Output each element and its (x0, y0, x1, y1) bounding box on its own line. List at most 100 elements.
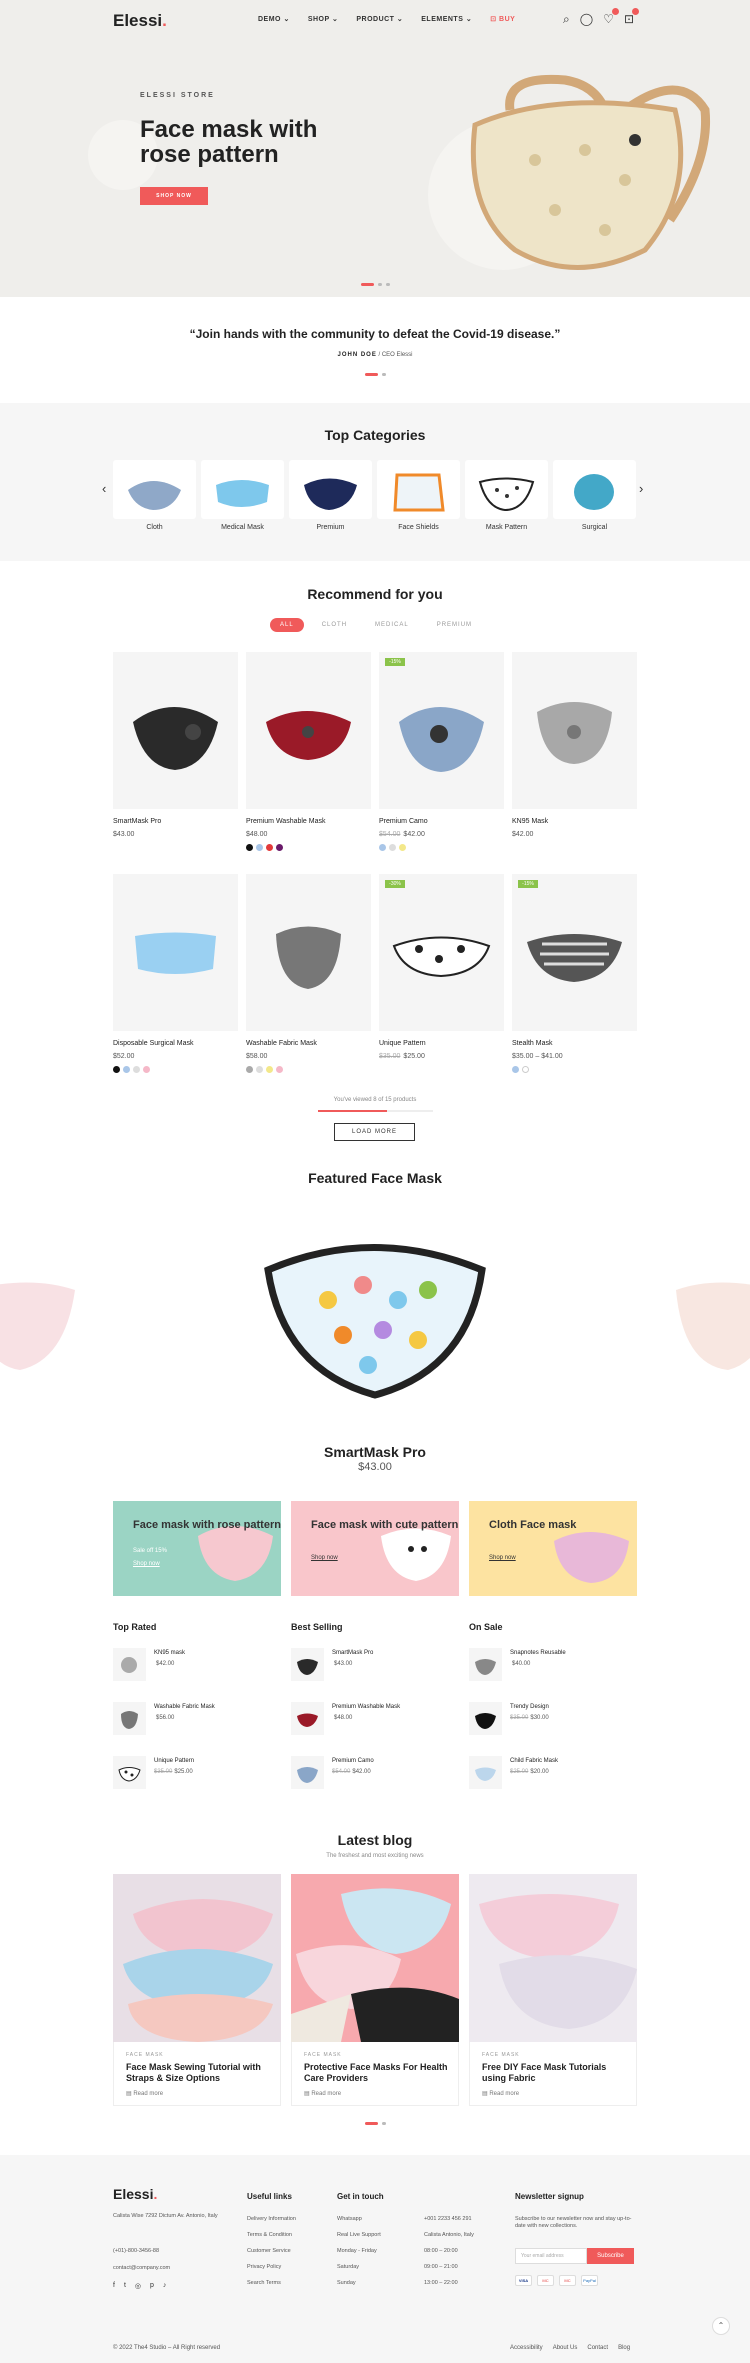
logo[interactable]: Elessi. (113, 11, 167, 31)
product-image[interactable] (379, 874, 504, 1031)
featured-product-name[interactable]: SmartMask Pro (0, 1444, 750, 1460)
tab-premium[interactable]: PREMIUM (427, 618, 482, 632)
list-item-name[interactable]: Premium Camo (332, 1758, 374, 1764)
tab-all[interactable]: ALL (270, 618, 304, 632)
swatch[interactable] (522, 1066, 529, 1073)
nav-demo[interactable]: DEMO ⌄ (258, 15, 290, 23)
newsletter-email-input[interactable]: Your email address (515, 2248, 587, 2264)
swatch[interactable] (266, 844, 273, 851)
next-arrow-icon[interactable]: › (639, 481, 643, 496)
blog-post-title[interactable]: Free DIY Face Mask Tutorials using Fabri… (482, 2062, 627, 2084)
product-name[interactable]: Premium Washable Mask (246, 818, 326, 825)
read-more-link[interactable]: ▤ Read more (482, 2090, 519, 2097)
category-label[interactable]: Face Shields (377, 524, 460, 531)
list-item-name[interactable]: Snapnotes Reusable (510, 1650, 566, 1656)
footer-link[interactable]: Customer Service (247, 2248, 291, 2255)
blog-tag[interactable]: FACE MASK (304, 2052, 342, 2058)
swatch[interactable] (246, 1066, 253, 1073)
read-more-link[interactable]: ▤ Read more (126, 2090, 163, 2097)
bottom-link[interactable]: Contact (587, 2345, 608, 2351)
swatch[interactable] (379, 844, 386, 851)
swatch[interactable] (276, 844, 283, 851)
tiktok-icon[interactable]: ♪ (163, 2282, 167, 2290)
promo-banner-cloth[interactable]: Cloth Face mask Shop now (469, 1501, 637, 1596)
product-image[interactable] (379, 652, 504, 809)
swatch[interactable] (133, 1066, 140, 1073)
product-name[interactable]: Stealth Mask (512, 1040, 552, 1047)
nav-buy[interactable]: ⊡ BUY (490, 15, 515, 23)
swatch[interactable] (113, 1066, 120, 1073)
tab-medical[interactable]: MEDICAL (365, 618, 419, 632)
category-medical-mask[interactable] (201, 460, 284, 519)
list-item-name[interactable]: Trendy Design (510, 1704, 549, 1710)
bottom-link[interactable]: Blog (618, 2345, 630, 2351)
product-image[interactable] (246, 652, 371, 809)
footer-phone[interactable]: (+01)-800-3456-88 (113, 2248, 159, 2255)
product-name[interactable]: SmartMask Pro (113, 818, 161, 825)
promo-banner-cute[interactable]: Face mask with cute pattern Shop now (291, 1501, 459, 1596)
category-surgical[interactable] (553, 460, 636, 519)
subscribe-button[interactable]: Subscribe (587, 2248, 634, 2264)
swatch[interactable] (266, 1066, 273, 1073)
back-to-top-icon[interactable]: ⌃ (712, 2317, 730, 2335)
blog-tag[interactable]: FACE MASK (126, 2052, 164, 2058)
quote-pagination[interactable] (0, 373, 750, 376)
search-icon[interactable]: ⌕ (563, 12, 570, 26)
blog-image[interactable] (291, 1874, 459, 2042)
list-item-name[interactable]: Premium Washable Mask (332, 1704, 400, 1710)
list-thumb[interactable] (291, 1648, 324, 1681)
load-more-button[interactable]: LOAD MORE (334, 1123, 415, 1141)
blog-tag[interactable]: FACE MASK (482, 2052, 520, 2058)
category-label[interactable]: Cloth (113, 524, 196, 531)
cart-icon[interactable]: ⊡ (624, 8, 639, 26)
banner-shop-link[interactable]: Shop now (133, 1561, 160, 1567)
blog-image[interactable] (113, 1874, 281, 2042)
product-name[interactable]: Washable Fabric Mask (246, 1040, 317, 1047)
nav-shop[interactable]: SHOP ⌄ (308, 15, 339, 23)
blog-image[interactable] (469, 1874, 637, 2042)
list-thumb[interactable] (291, 1756, 324, 1789)
carousel-next-mask-image[interactable] (668, 1270, 750, 1380)
swatch[interactable] (246, 844, 253, 851)
swatch[interactable] (143, 1066, 150, 1073)
instagram-icon[interactable]: ◎ (135, 2282, 141, 2290)
carousel-prev-mask-image[interactable] (0, 1270, 80, 1380)
list-item-name[interactable]: KN95 mask (154, 1650, 185, 1656)
swatch[interactable] (389, 844, 396, 851)
product-image[interactable] (246, 874, 371, 1031)
product-image[interactable] (512, 874, 637, 1031)
product-name[interactable]: Unique Pattern (379, 1040, 426, 1047)
category-label[interactable]: Mask Pattern (465, 524, 548, 531)
swatch[interactable] (276, 1066, 283, 1073)
list-item-name[interactable]: Child Fabric Mask (510, 1758, 558, 1764)
bottom-link[interactable]: About Us (553, 2345, 578, 2351)
nav-elements[interactable]: ELEMENTS ⌄ (421, 15, 472, 23)
product-name[interactable]: Disposable Surgical Mask (113, 1040, 194, 1047)
list-thumb[interactable] (469, 1702, 502, 1735)
list-thumb[interactable] (113, 1702, 146, 1735)
category-cloth[interactable] (113, 460, 196, 519)
list-item-name[interactable]: SmartMask Pro (332, 1650, 373, 1656)
blog-pagination[interactable] (0, 2122, 750, 2125)
tab-cloth[interactable]: CLOTH (312, 618, 357, 632)
footer-email[interactable]: contact@company.com (113, 2265, 170, 2272)
prev-arrow-icon[interactable]: ‹ (102, 481, 106, 496)
facebook-icon[interactable]: f (113, 2282, 115, 2290)
bottom-link[interactable]: Accessibility (510, 2345, 543, 2351)
category-premium[interactable] (289, 460, 372, 519)
product-image[interactable] (113, 652, 238, 809)
category-label[interactable]: Medical Mask (201, 524, 284, 531)
nav-product[interactable]: PRODUCT ⌄ (356, 15, 403, 23)
swatch[interactable] (512, 1066, 519, 1073)
hero-pagination[interactable] (0, 283, 750, 286)
list-item-name[interactable]: Unique Pattern (154, 1758, 194, 1764)
product-image[interactable] (113, 874, 238, 1031)
category-face-shields[interactable] (377, 460, 460, 519)
list-item-name[interactable]: Washable Fabric Mask (154, 1704, 215, 1710)
footer-logo[interactable]: Elessi. (113, 2186, 157, 2202)
swatch[interactable] (256, 1066, 263, 1073)
product-image[interactable] (512, 652, 637, 809)
footer-link[interactable]: Privacy Policy (247, 2264, 281, 2271)
category-mask-pattern[interactable] (465, 460, 548, 519)
twitter-icon[interactable]: t (124, 2282, 126, 2290)
